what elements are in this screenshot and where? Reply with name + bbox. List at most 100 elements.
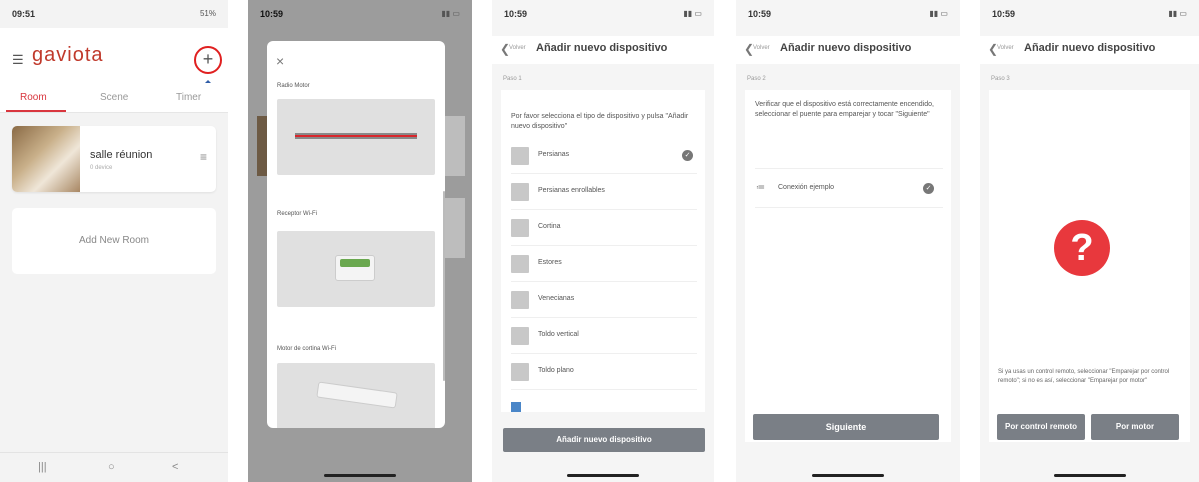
radio-motor-tile[interactable] <box>277 99 435 175</box>
tab-underline <box>6 110 66 112</box>
device-label: Toldo plano <box>538 367 574 374</box>
product-modal: × Radio Motor Receptor Wi-Fi Motor de co… <box>267 41 445 428</box>
page-title: Añadir nuevo dispositivo <box>780 42 912 54</box>
nav-bar: ❮ Volver Añadir nuevo dispositivo <box>736 36 960 64</box>
modal-scrollbar[interactable] <box>443 191 445 381</box>
menu-icon[interactable]: ☰ <box>12 52 24 68</box>
tab-scene[interactable]: Scene <box>100 92 128 103</box>
motor-tube-image <box>295 133 417 139</box>
back-button[interactable]: Volver <box>997 45 1014 51</box>
device-label: Toldo vertical <box>538 331 579 338</box>
status-bar: 10:59 ▮▮ ▭ <box>736 0 960 28</box>
device-thumbnail <box>511 291 529 309</box>
device-row-toldo-plano[interactable]: Toldo plano <box>511 354 697 390</box>
tab-room[interactable]: Room <box>20 92 47 103</box>
signal-battery-icon: ▮▮ ▭ <box>683 9 702 18</box>
phone-room-list: 09:51 51% ☰ gaviota + Room Scene Timer s… <box>0 0 228 482</box>
status-time: 10:59 <box>260 9 284 19</box>
check-icon: ✓ <box>923 183 934 194</box>
background-overlay-left <box>248 28 267 448</box>
device-row-estores[interactable]: Estores <box>511 246 697 282</box>
home-indicator <box>812 474 884 477</box>
check-icon: ✓ <box>682 150 693 161</box>
room-device-count: 0 device <box>90 165 113 171</box>
device-thumbnail <box>511 363 529 381</box>
pair-by-motor-button[interactable]: Por motor <box>1091 414 1179 440</box>
receiver-image <box>335 255 375 281</box>
recent-apps-icon[interactable]: ||| <box>38 461 47 473</box>
footer: Añadir nuevo dispositivo <box>492 414 714 482</box>
tab-timer[interactable]: Timer <box>176 92 201 103</box>
signal-battery-icon: ▮▮ ▭ <box>1168 9 1187 18</box>
bridge-panel: Verificar que el dispositivo está correc… <box>745 90 951 442</box>
home-icon[interactable]: ○ <box>108 461 115 473</box>
status-time: 10:59 <box>748 9 772 19</box>
section-label: Receptor Wi-Fi <box>277 211 318 217</box>
phone-step-3: 10:59 ▮▮ ▭ ❮ Volver Añadir nuevo disposi… <box>980 0 1199 482</box>
add-new-room-button[interactable]: Add New Room <box>12 208 216 274</box>
gaviota-logo: gaviota <box>32 44 104 66</box>
page-title: Añadir nuevo dispositivo <box>536 42 668 54</box>
device-label: Persianas <box>538 151 570 158</box>
home-indicator <box>324 474 396 477</box>
status-time: 10:59 <box>504 9 528 19</box>
phone-step-2: 10:59 ▮▮ ▭ ❮ Volver Añadir nuevo disposi… <box>736 0 960 482</box>
status-bar: 10:59 ▮▮ ▭ <box>248 0 472 28</box>
device-row-cortina[interactable]: Cortina <box>511 210 697 246</box>
device-thumbnail <box>511 147 529 165</box>
device-thumbnail <box>511 219 529 237</box>
home-indicator <box>567 474 639 477</box>
device-row-persianas-enrollables[interactable]: Persianas enrollables <box>511 174 697 210</box>
back-button[interactable]: Volver <box>509 45 526 51</box>
background-card <box>445 116 465 176</box>
nav-bar: ❮ Volver Añadir nuevo dispositivo <box>980 36 1199 64</box>
android-nav-bar: ||| ○ < <box>0 452 228 482</box>
room-name: salle réunion <box>90 149 153 161</box>
background-card <box>445 198 465 258</box>
device-label: Venecianas <box>538 295 575 302</box>
bridge-name: Conexión ejemplo <box>778 184 835 191</box>
device-label: Persianas enrollables <box>538 187 605 194</box>
home-indicator <box>1053 474 1126 477</box>
instruction-text: Por favor selecciona el tipo de disposit… <box>511 113 689 130</box>
nav-bar: ❮ Volver Añadir nuevo dispositivo <box>492 36 714 64</box>
room-photo <box>12 126 80 192</box>
device-label: Estores <box>538 259 562 266</box>
background-overlay-right <box>445 28 472 448</box>
next-button[interactable]: Siguiente <box>753 414 939 440</box>
device-label: Cortina <box>538 223 561 230</box>
device-row-venecianas[interactable]: Venecianas <box>511 282 697 318</box>
close-icon[interactable]: × <box>276 53 284 69</box>
status-time: 09:51 <box>12 9 36 19</box>
pair-by-remote-button[interactable]: Por control remoto <box>997 414 1085 440</box>
device-type-panel: Por favor selecciona el tipo de disposit… <box>501 90 705 412</box>
back-button[interactable]: Volver <box>753 45 770 51</box>
battery-status: 51% <box>199 9 216 18</box>
back-icon[interactable]: < <box>172 461 178 473</box>
step-label: Paso 3 <box>991 76 1010 82</box>
status-bar: 10:59 ▮▮ ▭ <box>980 0 1199 28</box>
status-time: 10:59 <box>992 9 1016 19</box>
device-thumbnail <box>511 327 529 345</box>
add-button[interactable]: + <box>194 46 222 74</box>
background-room-photo <box>257 116 267 176</box>
instruction-text: Verificar que el dispositivo está correc… <box>755 101 934 118</box>
status-bar: 09:51 51% <box>0 0 228 28</box>
device-row-persianas[interactable]: Persianas ✓ <box>511 138 697 174</box>
step-label: Paso 1 <box>503 76 522 82</box>
phone-product-picker: 10:59 ▮▮ ▭ × Radio Motor Receptor Wi-Fi … <box>248 0 472 482</box>
curtain-motor-tile[interactable] <box>277 363 435 428</box>
add-new-device-button[interactable]: Añadir nuevo dispositivo <box>503 428 705 452</box>
step-label: Paso 2 <box>747 76 766 82</box>
device-thumbnail <box>511 183 529 201</box>
screenshot-canvas: 09:51 51% ☰ gaviota + Room Scene Timer s… <box>0 0 1199 482</box>
device-row-toldo-vertical[interactable]: Toldo vertical <box>511 318 697 354</box>
wifi-receiver-tile[interactable] <box>277 231 435 307</box>
signal-battery-icon: ▮▮ ▭ <box>929 9 948 18</box>
settings-sliders-icon[interactable]: ≡ <box>200 150 207 164</box>
room-card[interactable]: salle réunion 0 device ≡ <box>12 126 216 192</box>
section-label: Radio Motor <box>277 83 310 89</box>
device-thumbnail <box>511 255 529 273</box>
next-device-thumbnail <box>511 402 521 412</box>
receiver-top <box>340 259 370 267</box>
